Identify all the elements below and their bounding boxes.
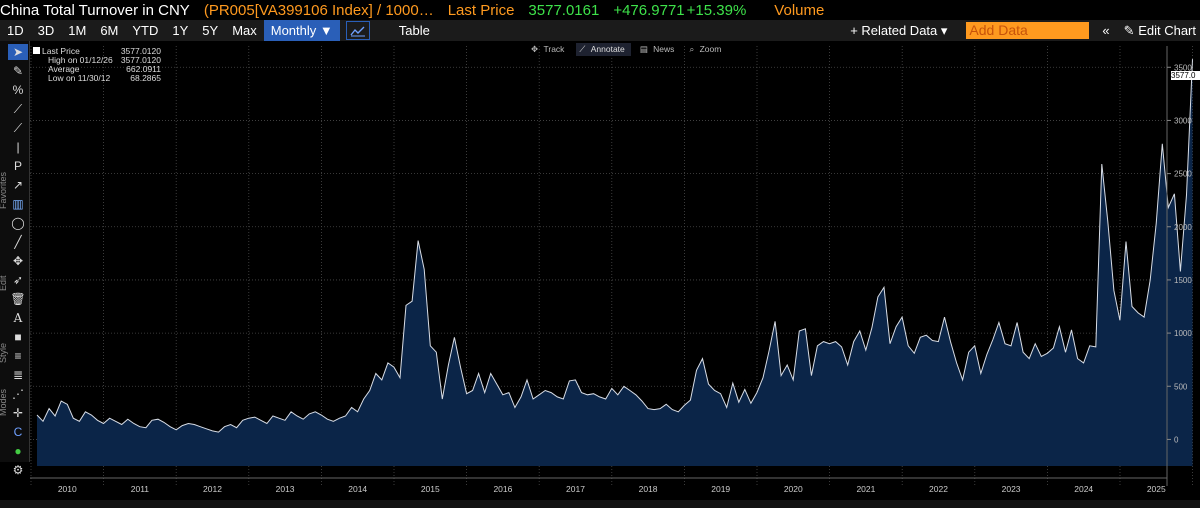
formula-text[interactable]: (PR005[VA399106 Index] / 1000…: [204, 2, 434, 19]
style-label: Style: [0, 342, 8, 363]
crosshair-icon[interactable]: ✛: [8, 405, 28, 421]
line-segment-icon[interactable]: ╱: [8, 234, 28, 250]
range-max[interactable]: Max: [225, 20, 264, 41]
range-1m[interactable]: 1M: [61, 20, 93, 41]
trend-line-icon[interactable]: ⟋: [8, 101, 28, 117]
x-tick-label: 2015: [421, 484, 440, 494]
track-label: Track: [543, 44, 565, 54]
trash-icon[interactable]: 🗑: [8, 291, 28, 307]
zoom-mode[interactable]: ⌕ Zoom: [686, 43, 727, 56]
edit-chart-button[interactable]: ✎ Edit Chart: [1117, 20, 1200, 41]
title-bar: China Total Turnover in CNY (PR005[VA399…: [0, 0, 1200, 20]
cursor-arrow-icon[interactable]: ➤: [8, 44, 28, 60]
drawing-toolbar: ➤ ✎ % ⟋ ⟋ | P ↗ ▥ ◯ ╱ ✥ ➶ 🗑 A ■ ≡ ≣ ⋰ ✛ …: [0, 41, 30, 477]
line-width-icon[interactable]: ≡: [8, 348, 28, 364]
y-tick-label: 3000: [1174, 116, 1192, 125]
x-tick-label: 2022: [929, 484, 948, 494]
zoom-label: Zoom: [699, 44, 722, 54]
x-tick-label: 2012: [203, 484, 222, 494]
legend-low-label: Low on 11/30/12: [48, 73, 111, 83]
chart-modes: ✥ Track ⟋ Annotate ▤ News ⌕ Zoom: [528, 43, 727, 56]
y-tick-label: 2500: [1174, 170, 1192, 179]
arrow-line-icon[interactable]: ↗: [8, 177, 28, 193]
y-tick-label: 1500: [1174, 276, 1192, 285]
annotate-mode[interactable]: ⟋ Annotate: [576, 43, 631, 56]
volume-label[interactable]: Volume: [774, 2, 824, 19]
x-tick-label: 2025: [1147, 484, 1166, 494]
percent-tool-icon[interactable]: %: [8, 82, 28, 98]
status-bar: [0, 500, 1200, 508]
range-3d[interactable]: 3D: [31, 20, 62, 41]
chart-toolbar: 1D 3D 1M 6M YTD 1Y 5Y Max Monthly ▼ Tabl…: [0, 20, 1200, 41]
x-tick-label: 2023: [1002, 484, 1021, 494]
edit-icon: ✎: [1123, 23, 1135, 38]
price-chart[interactable]: 0500100015002000250030003500 2010 2011 201…: [30, 41, 1200, 500]
add-data-input[interactable]: Add Data: [966, 22, 1090, 39]
chart-legend: Last Price 3577.0120 High on 01/12/26 3577…: [33, 47, 161, 83]
related-data-button[interactable]: + Related Data ▾: [843, 20, 954, 41]
range-6m[interactable]: 6M: [93, 20, 125, 41]
x-tick-label: 2021: [856, 484, 875, 494]
edit-label: Edit: [0, 275, 8, 291]
settings-gear-icon[interactable]: ⚙: [8, 462, 28, 478]
frequency-dropdown[interactable]: Monthly ▼: [263, 20, 340, 41]
x-tick-label: 2014: [348, 484, 367, 494]
edit-chart-label: Edit Chart: [1138, 23, 1196, 38]
last-price-value: 3577.0161: [528, 1, 600, 19]
x-tick-label: 2018: [639, 484, 658, 494]
legend-low-value: 68.2865: [130, 73, 161, 83]
range-1y[interactable]: 1Y: [165, 20, 195, 41]
move-icon[interactable]: ✥: [8, 253, 28, 269]
table-button[interactable]: Table: [392, 20, 437, 41]
range-1d[interactable]: 1D: [0, 20, 31, 41]
vertical-line-icon[interactable]: |: [8, 139, 28, 155]
price-label-icon[interactable]: P: [8, 158, 28, 174]
line-style-icon[interactable]: ≣: [8, 367, 28, 383]
y-tick-label: 1000: [1174, 329, 1192, 338]
legend-low-row: Low on 11/30/12 68.2865: [33, 74, 161, 83]
annotate-label: Annotate: [590, 44, 625, 54]
ray-line-icon[interactable]: ⟋: [8, 120, 28, 136]
fib-tool-icon[interactable]: ▥: [8, 196, 28, 212]
x-tick-label: 2020: [784, 484, 803, 494]
pointer-plus-icon[interactable]: ➶: [8, 272, 28, 288]
track-mode[interactable]: ✥ Track: [528, 43, 570, 56]
news-label: News: [653, 44, 675, 54]
collapse-icon[interactable]: «: [1095, 20, 1116, 41]
range-ytd[interactable]: YTD: [125, 20, 165, 41]
x-tick-label: 2010: [58, 484, 77, 494]
x-tick-label: 2017: [566, 484, 585, 494]
change-value: +476.9771: [613, 1, 685, 19]
x-tick-label: 2016: [493, 484, 512, 494]
rectangle-fill-icon[interactable]: ■: [8, 329, 28, 345]
text-tool-icon[interactable]: A: [8, 310, 28, 326]
last-price-label: Last Price: [447, 1, 515, 19]
dashed-line-icon[interactable]: ⋰: [8, 386, 28, 402]
line-chart-icon[interactable]: [345, 21, 370, 40]
price-change: +476.9771 +15.39%: [613, 2, 760, 19]
y-tick-label: 500: [1174, 382, 1188, 391]
x-tick-label: 2024: [1074, 484, 1093, 494]
last-price-tag: 3577.0: [1171, 71, 1200, 80]
x-axis: 2010 2011 2012 2013 2014 2015 2016 2017 2018 2019…: [30, 477, 1167, 494]
security-title: China Total Turnover in CNY: [0, 1, 190, 19]
change-pct: +15.39%: [686, 1, 747, 19]
pencil-icon[interactable]: ✎: [8, 63, 28, 79]
color-palette-icon[interactable]: ●: [8, 443, 28, 459]
x-tick-label: 2019: [711, 484, 730, 494]
y-tick-label: 0: [1174, 435, 1179, 444]
legend-checkbox[interactable]: [33, 47, 40, 54]
ellipse-icon[interactable]: ◯: [8, 215, 28, 231]
x-tick-label: 2013: [276, 484, 295, 494]
magnet-icon[interactable]: C: [8, 424, 28, 440]
range-5y[interactable]: 5Y: [195, 20, 225, 41]
y-tick-label: 2000: [1174, 223, 1192, 232]
favorites-label: Favorites: [0, 171, 8, 209]
x-tick-label: 2011: [131, 484, 150, 494]
news-mode[interactable]: ▤ News: [637, 43, 681, 56]
modes-label: Modes: [0, 388, 8, 416]
